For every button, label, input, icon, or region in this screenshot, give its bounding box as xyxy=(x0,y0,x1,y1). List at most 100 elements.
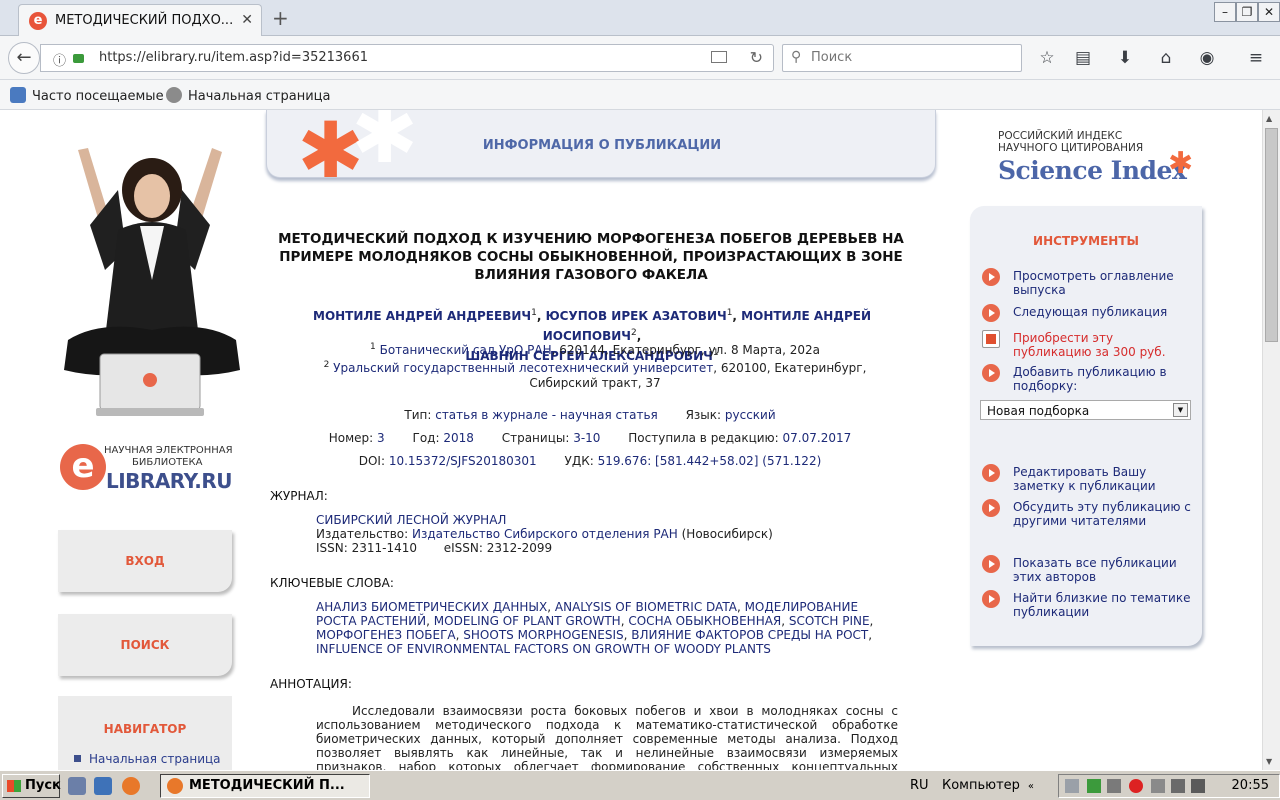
udk-value: 519.676: [581.442+58.02] (571.122) xyxy=(597,454,822,468)
volume-icon[interactable] xyxy=(1191,779,1205,793)
science-index-logo[interactable]: РОССИЙСКИЙ ИНДЕКС НАУЧНОГО ЦИТИРОВАНИЯ S… xyxy=(998,130,1198,190)
play-arrow-icon xyxy=(982,268,1000,286)
keyword-link[interactable]: INFLUENCE OF ENVIRONMENTAL FACTORS ON GR… xyxy=(316,642,771,656)
keyword-link[interactable]: ANALYSIS OF BIOMETRIC DATA xyxy=(555,600,737,614)
start-button[interactable]: Пуск xyxy=(2,774,61,798)
si-line2: НАУЧНОГО ЦИТИРОВАНИЯ xyxy=(998,142,1144,154)
keyword-link[interactable]: ВЛИЯНИЕ ФАКТОРОВ СРЕДЫ НА РОСТ xyxy=(631,628,868,642)
play-arrow-icon xyxy=(982,499,1000,517)
received-label: Поступила в редакцию: xyxy=(628,431,779,445)
menu-icon[interactable]: ≡ xyxy=(1245,48,1267,68)
scroll-up-icon[interactable]: ▲ xyxy=(1266,114,1272,123)
bookmark-star-icon[interactable]: ☆ xyxy=(1036,48,1058,68)
tray-monitor-icon[interactable] xyxy=(1171,779,1185,793)
tool-edit-note[interactable]: Редактировать Вашу заметку к публикации xyxy=(982,464,1196,494)
tool-buy-publication[interactable]: Приобрести эту публикацию за 300 руб. xyxy=(982,330,1196,360)
affiliation-item: 2 Уральский государственный лесотехничес… xyxy=(300,358,890,391)
url-text[interactable]: https://elibrary.ru/item.asp?id=35213661 xyxy=(99,50,368,65)
keyword-link[interactable]: СОСНА ОБЫКНОВЕННАЯ xyxy=(628,614,781,628)
udk-label: УДК: xyxy=(564,454,594,468)
home-icon[interactable]: ⌂ xyxy=(1155,48,1177,68)
clock[interactable]: 20:55 xyxy=(1232,778,1269,793)
play-arrow-icon xyxy=(982,464,1000,482)
tool-add-to-collection[interactable]: Добавить публикацию в подборку: xyxy=(982,364,1196,394)
play-arrow-icon xyxy=(982,555,1000,573)
new-tab-button[interactable]: + xyxy=(272,6,289,30)
scrollbar-thumb[interactable] xyxy=(1265,128,1278,342)
info-icon[interactable]: ⓘ xyxy=(53,50,66,69)
language-indicator[interactable]: RU xyxy=(910,778,929,793)
bookmark-most-visited[interactable]: Часто посещаемые xyxy=(10,87,164,104)
affiliation-org-link[interactable]: Ботанический сад УрО РАН xyxy=(380,343,552,357)
computer-label: Компьютер xyxy=(942,778,1020,793)
quicklaunch-firefox-icon[interactable] xyxy=(122,777,140,795)
reader-view-icon[interactable] xyxy=(711,51,727,63)
publisher-link[interactable]: Издательство Сибирского отделения РАН xyxy=(412,527,678,541)
tab-strip: e МЕТОДИЧЕСКИЙ ПОДХО... ✕ + – ❐ ✕ xyxy=(0,0,1280,36)
browser-tab[interactable]: e МЕТОДИЧЕСКИЙ ПОДХО... ✕ xyxy=(18,4,262,36)
tray-ru-icon[interactable] xyxy=(1107,779,1121,793)
system-tray: 20:55 xyxy=(1058,774,1280,798)
close-tab-icon[interactable]: ✕ xyxy=(241,12,253,28)
number-link[interactable]: 3 xyxy=(377,431,385,445)
page-scrollbar[interactable]: ▲ ▼ xyxy=(1262,110,1280,770)
quicklaunch-desktop-icon[interactable] xyxy=(94,777,112,795)
bookmark-home-page[interactable]: Начальная страница xyxy=(166,87,330,104)
keyword-link[interactable]: АНАЛИЗ БИОМЕТРИЧЕСКИХ ДАННЫХ xyxy=(316,600,547,614)
navigation-toolbar: ← ⓘ https://elibrary.ru/item.asp?id=3521… xyxy=(0,36,1280,80)
computer-toolbar[interactable]: Компьютер « xyxy=(942,778,1034,793)
keyword-link[interactable]: МОРФОГЕНЕЗ ПОБЕГА xyxy=(316,628,456,642)
doi-label: DOI: xyxy=(358,454,385,468)
elibrary-logo[interactable]: e НАУЧНАЯ ЭЛЕКТРОННАЯ БИБЛИОТЕКА LIBRARY… xyxy=(60,440,240,500)
navigator-panel: НАВИГАТОР Начальная страница xyxy=(58,696,232,770)
navigator-title: НАВИГАТОР xyxy=(103,722,187,736)
tray-device-icon[interactable] xyxy=(1151,779,1165,793)
tool-discuss[interactable]: Обсудить эту публикацию с другими читате… xyxy=(982,499,1196,529)
keyword-link[interactable]: SCOTCH PINE xyxy=(789,614,870,628)
collection-select[interactable]: Новая подборка ▼ xyxy=(980,400,1191,420)
tray-app-icon[interactable] xyxy=(1087,779,1101,793)
doi-link[interactable]: 10.15372/SJFS20180301 xyxy=(389,454,537,468)
globe-icon xyxy=(166,87,182,103)
tab-title: МЕТОДИЧЕСКИЙ ПОДХО... xyxy=(55,13,234,28)
antivirus-icon[interactable] xyxy=(1129,779,1143,793)
logo-brand: LIBRARY.RU xyxy=(106,469,233,493)
back-button[interactable]: ← xyxy=(8,42,40,74)
issn: ISSN: 2311-1410 xyxy=(316,541,418,555)
aff-num: 2 xyxy=(323,360,330,370)
year-label: Год: xyxy=(412,431,440,445)
journal-name-link[interactable]: СИБИРСКИЙ ЛЕСНОЙ ЖУРНАЛ xyxy=(316,513,896,527)
article-title: МЕТОДИЧЕСКИЙ ПОДХОД К ИЗУЧЕНИЮ МОРФОГЕНЕ… xyxy=(278,231,904,283)
scroll-down-icon[interactable]: ▼ xyxy=(1266,757,1272,766)
keyword-link[interactable]: MODELING OF PLANT GROWTH xyxy=(434,614,621,628)
author-link[interactable]: ЮСУПОВ ИРЕК АЗАТОВИЧ xyxy=(546,309,727,323)
downloads-icon[interactable]: ⬇ xyxy=(1114,48,1136,68)
taskbar-firefox-window[interactable]: МЕТОДИЧЕСКИЙ П... xyxy=(160,774,370,798)
quicklaunch-explorer-icon[interactable] xyxy=(68,777,86,795)
search-input[interactable] xyxy=(809,49,1009,66)
search-button[interactable]: ПОИСК xyxy=(58,614,232,676)
affiliation-org-link[interactable]: Уральский государственный лесотехнически… xyxy=(333,361,713,375)
search-bar[interactable]: ⚲ xyxy=(782,44,1022,72)
pages-label: Страницы: xyxy=(501,431,570,445)
mascot-girl-image xyxy=(64,148,240,416)
tool-similar-publications[interactable]: Найти близкие по тематике публикации xyxy=(982,590,1196,620)
navigator-item-home[interactable]: Начальная страница xyxy=(74,752,221,766)
tool-author-publications[interactable]: Показать все публикации этих авторов xyxy=(982,555,1196,585)
keyword-link[interactable]: SHOOTS MORPHOGENESIS xyxy=(463,628,623,642)
journal-label: ЖУРНАЛ: xyxy=(270,489,328,503)
close-window-button[interactable]: ✕ xyxy=(1258,2,1280,22)
network-icon[interactable] xyxy=(1065,779,1079,793)
bookmarks-list-icon[interactable]: ▤ xyxy=(1072,48,1094,68)
pocket-icon[interactable]: ◉ xyxy=(1196,48,1218,68)
minimize-button[interactable]: – xyxy=(1214,2,1236,22)
address-bar[interactable]: ⓘ https://elibrary.ru/item.asp?id=352136… xyxy=(40,44,774,72)
publication-info-header: ✱ ✱ ИНФОРМАЦИЯ О ПУБЛИКАЦИИ xyxy=(266,110,936,178)
author-link[interactable]: МОНТИЛЕ АНДРЕЙ АНДРЕЕВИЧ xyxy=(313,309,531,323)
tool-label: Приобрести эту публикацию за 300 руб. xyxy=(1013,331,1166,359)
login-button[interactable]: ВХОД xyxy=(58,530,232,592)
tool-view-toc[interactable]: Просмотреть оглавление выпуска xyxy=(982,268,1196,298)
reload-icon[interactable]: ↻ xyxy=(750,48,763,67)
restore-button[interactable]: ❐ xyxy=(1236,2,1258,22)
meta-row-doi: DOI: 10.15372/SJFS20180301 УДК: 519.676:… xyxy=(280,454,900,468)
